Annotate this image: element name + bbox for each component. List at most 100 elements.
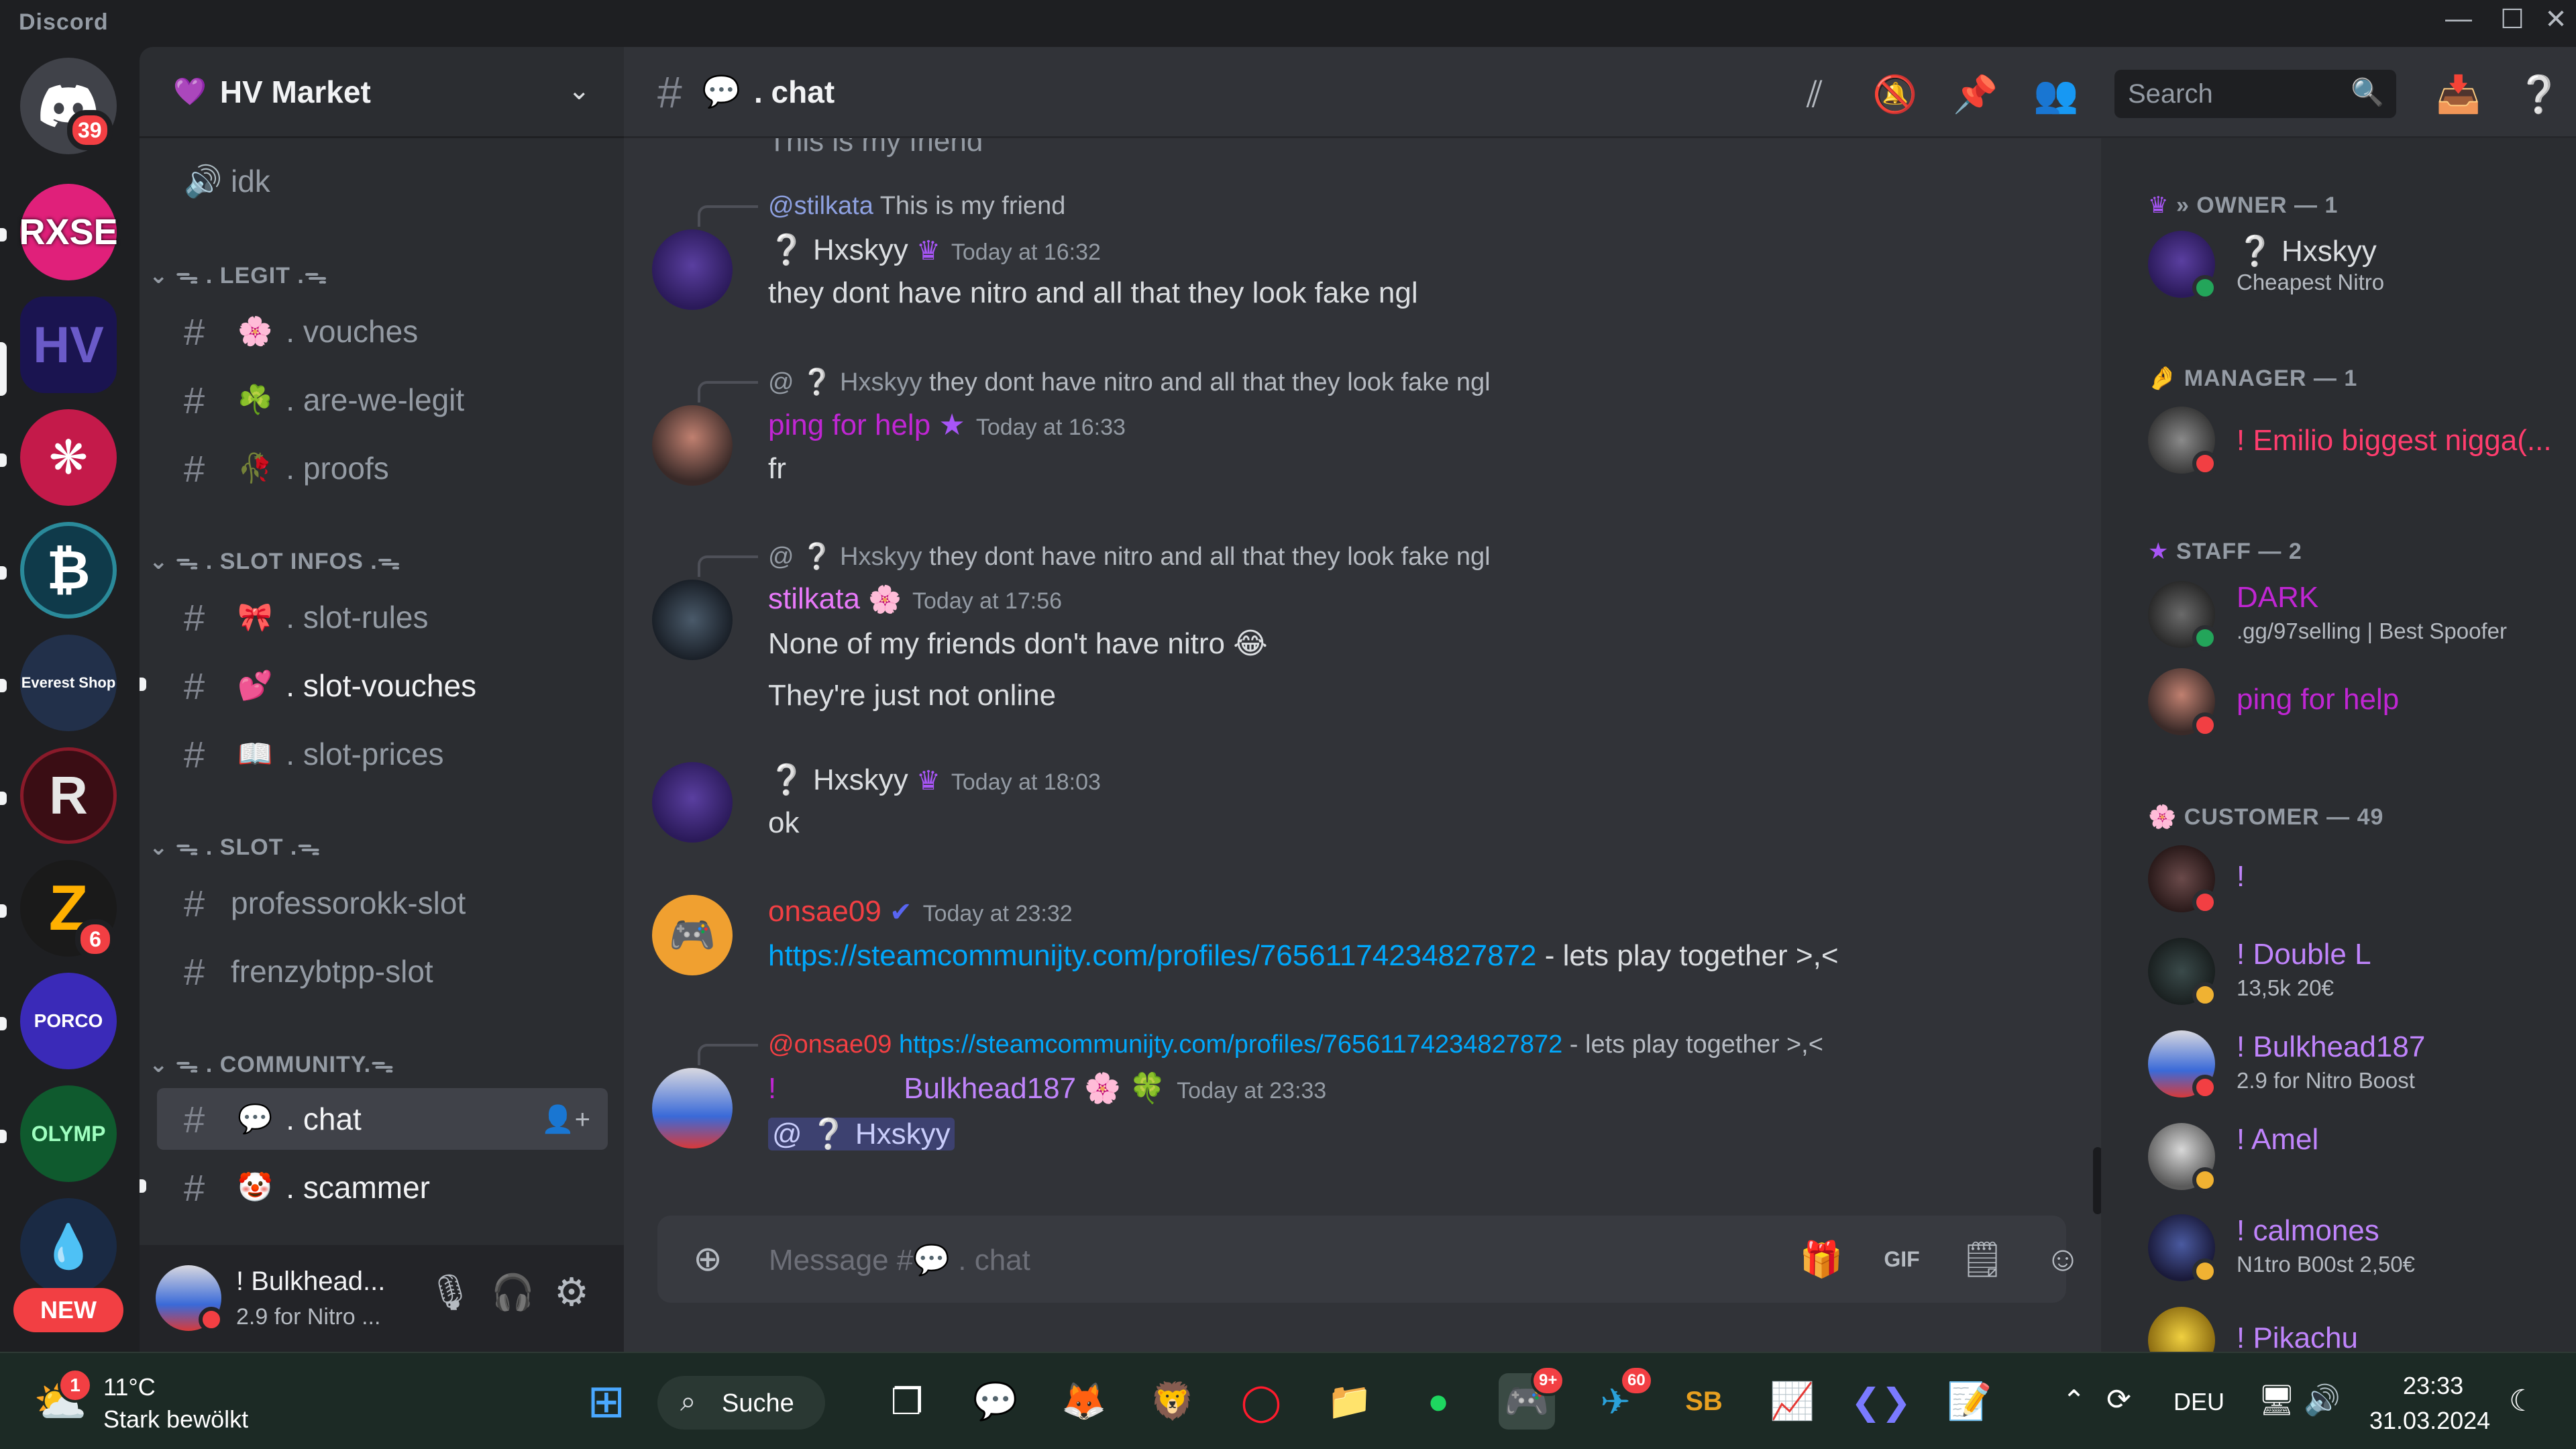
pin-icon[interactable]: 📌 bbox=[1952, 71, 1999, 118]
headphones-icon[interactable]: 🎧 bbox=[491, 1272, 535, 1313]
avatar[interactable] bbox=[652, 1068, 733, 1148]
guild-header[interactable]: 💜 HV Market ⌄ bbox=[140, 47, 624, 138]
channel-scammer[interactable]: # 🤡 . scammer bbox=[157, 1157, 608, 1218]
member-row[interactable]: ! Bulkhead187 2.9 for Nitro Boost bbox=[2148, 1030, 2571, 1104]
message-author[interactable]: ping for help bbox=[768, 409, 930, 441]
message-composer[interactable]: ⊕ Message #💬 . chat 🎁 GIF 🗒 ☺ bbox=[657, 1216, 2081, 1303]
reply-link[interactable]: https://steamcommunijty.com/profiles/765… bbox=[899, 1030, 1562, 1059]
maximize-button[interactable]: ☐ bbox=[2489, 4, 2536, 35]
search-input[interactable]: Search 🔍 bbox=[2114, 70, 2396, 118]
channel-professorokk-slot[interactable]: # professorokk-slot bbox=[157, 872, 608, 934]
message-author[interactable]: onsae09 bbox=[768, 895, 881, 928]
server-porco-exchange[interactable]: PORCO bbox=[20, 973, 117, 1069]
avatar[interactable]: 🎮 bbox=[652, 895, 733, 975]
minimize-button[interactable]: — bbox=[2435, 4, 2482, 34]
help-icon[interactable]: ❔ bbox=[2516, 71, 2563, 118]
clock-date[interactable]: 31.03.2024 bbox=[2369, 1407, 2490, 1435]
category-community[interactable]: ⌄ ᯓ . COMMUNITY.ᯓ bbox=[149, 1048, 394, 1079]
notepad-icon[interactable]: 📝 bbox=[1941, 1373, 1998, 1430]
server-service[interactable]: ❋ bbox=[20, 409, 117, 506]
server-hv-market[interactable]: HV bbox=[20, 297, 117, 393]
server-everest-shop[interactable]: Everest Shop bbox=[20, 635, 117, 731]
member-row[interactable]: ❔ Hxskyy Cheapest Nitro bbox=[2148, 231, 2571, 305]
clock-time[interactable]: 23:33 bbox=[2403, 1372, 2463, 1400]
member-row[interactable]: DARK .gg/97selling | Best Spoofer bbox=[2148, 581, 2571, 655]
inbox-icon[interactable]: 📥 bbox=[2435, 71, 2482, 118]
message-list: This is my friend @stilkata This is my f… bbox=[624, 138, 2101, 1245]
channel-chat[interactable]: # 💬 . chat 👤+ bbox=[157, 1088, 608, 1150]
message-author[interactable]: ❔ Hxskyy bbox=[768, 763, 908, 796]
channel-frenzybtpp-slot[interactable]: # frenzybtpp-slot bbox=[157, 941, 608, 1002]
channel-slot-prices[interactable]: # 📖 . slot-prices bbox=[157, 723, 608, 785]
member-row[interactable]: ! Amel bbox=[2148, 1123, 2571, 1197]
avatar[interactable] bbox=[652, 762, 733, 843]
brave-icon[interactable]: 🦁 bbox=[1144, 1373, 1201, 1430]
channel-idk[interactable]: 🔊 idk bbox=[157, 150, 608, 212]
language-indicator[interactable]: DEU bbox=[2174, 1388, 2224, 1416]
close-button[interactable]: ✕ bbox=[2536, 4, 2576, 35]
category-legit[interactable]: ⌄ ᯓ . LEGIT .ᯓ bbox=[149, 259, 327, 290]
channel-slot-rules[interactable]: # 🎀 . slot-rules bbox=[157, 586, 608, 648]
add-attachment-icon[interactable]: ⊕ bbox=[684, 1236, 731, 1283]
server-drop[interactable]: 💧 bbox=[20, 1198, 117, 1295]
message-author[interactable]: stilkata bbox=[768, 582, 860, 615]
firefox-icon[interactable]: 🦊 bbox=[1056, 1373, 1112, 1430]
channel-vouches[interactable]: # 🌸 . vouches bbox=[157, 301, 608, 362]
network-icon[interactable]: 🖥 bbox=[2258, 1383, 2296, 1417]
avatar[interactable] bbox=[652, 405, 733, 486]
monitor-app-icon[interactable]: 📈 bbox=[1764, 1373, 1821, 1430]
notification-bell-muted-icon[interactable]: 🔕 bbox=[1872, 71, 1919, 118]
sticker-icon[interactable]: 🗒 bbox=[1959, 1236, 2006, 1283]
user-name[interactable]: ! Bulkhead... bbox=[236, 1267, 385, 1297]
channel-are-we-legit[interactable]: # ☘️ . are-we-legit bbox=[157, 369, 608, 431]
channel-slot-vouches[interactable]: # 💕 . slot-vouches bbox=[157, 655, 608, 716]
notification-moon-icon[interactable]: ☾ bbox=[2509, 1384, 2535, 1418]
add-member-icon[interactable]: 👤+ bbox=[541, 1104, 590, 1135]
member-row[interactable]: ! Emilio biggest nigga(... bbox=[2148, 407, 2571, 480]
volume-icon[interactable]: 🔊 bbox=[2304, 1383, 2341, 1417]
message-author[interactable]: ❔ Hxskyy bbox=[768, 233, 908, 266]
server-r[interactable]: R bbox=[20, 747, 117, 844]
member-row[interactable]: ! calmones N1tro B00st 2,50€ bbox=[2148, 1214, 2571, 1288]
member-row[interactable]: ! Pikachu bbox=[2148, 1307, 2571, 1352]
unread-indicator bbox=[0, 1017, 7, 1030]
channel-proofs[interactable]: # 🥀 . proofs bbox=[157, 437, 608, 499]
avatar[interactable] bbox=[652, 580, 733, 660]
message-author[interactable]: Bulkhead187 🌸 🍀 bbox=[904, 1072, 1166, 1105]
server-bitcoin[interactable]: ₿ bbox=[20, 522, 117, 619]
gif-icon[interactable]: GIF bbox=[1878, 1236, 1925, 1283]
message-link[interactable]: https://steamcommunijty.com/profiles/765… bbox=[768, 939, 1536, 972]
emoji-icon[interactable]: ☺ bbox=[2039, 1236, 2086, 1283]
task-view-icon[interactable]: ❐ bbox=[879, 1373, 935, 1430]
app-sb-icon[interactable]: SB bbox=[1676, 1373, 1732, 1430]
reply-preview[interactable]: @onsae09 https://steamcommunijty.com/pro… bbox=[768, 1030, 1823, 1059]
avatar[interactable] bbox=[652, 229, 733, 310]
member-row[interactable]: ! Double L 13,5k 20€ bbox=[2148, 938, 2571, 1012]
server-rxse[interactable]: RXSE bbox=[19, 184, 118, 280]
member-list-icon[interactable]: 👥 bbox=[2033, 71, 2080, 118]
sync-icon[interactable]: ⟳ bbox=[2106, 1383, 2131, 1417]
tray-overflow-icon[interactable]: ⌃ bbox=[2062, 1384, 2086, 1417]
reply-preview[interactable]: @stilkata This is my friend bbox=[768, 192, 1065, 221]
gift-icon[interactable]: 🎁 bbox=[1798, 1236, 1845, 1283]
user-mention[interactable]: @ ❔ Hxskyy bbox=[768, 1118, 955, 1150]
reply-preview[interactable]: @ ❔ Hxskyy they dont have nitro and all … bbox=[768, 542, 1491, 572]
settings-gear-icon[interactable]: ⚙ bbox=[554, 1269, 589, 1315]
threads-icon[interactable]: ⫽ bbox=[1791, 71, 1838, 118]
taskbar-search-button[interactable]: ⌕ Suche bbox=[657, 1376, 825, 1430]
category-slot[interactable]: ⌄ ᯓ . SLOT .ᯓ bbox=[149, 830, 321, 861]
teams-chat-icon[interactable]: 💬 bbox=[967, 1373, 1024, 1430]
member-row[interactable]: ping for help bbox=[2148, 668, 2571, 742]
server-olymp[interactable]: OLYMP bbox=[20, 1085, 117, 1182]
member-row[interactable]: ! bbox=[2148, 845, 2571, 919]
opera-icon[interactable]: ◯ bbox=[1233, 1373, 1289, 1430]
spotify-icon[interactable]: ● bbox=[1410, 1373, 1466, 1430]
windows-start-icon[interactable]: ⊞ bbox=[578, 1373, 635, 1430]
file-explorer-icon[interactable]: 📁 bbox=[1322, 1373, 1378, 1430]
microphone-icon[interactable]: 🎙 bbox=[428, 1272, 472, 1313]
message-input[interactable]: Message #💬 . chat bbox=[769, 1242, 1030, 1277]
new-unreads-pill[interactable]: NEW bbox=[13, 1288, 123, 1332]
category-slot-infos[interactable]: ⌄ ᯓ . SLOT INFOS .ᯓ bbox=[149, 545, 400, 576]
reply-preview[interactable]: @ ❔ Hxskyy they dont have nitro and all … bbox=[768, 368, 1491, 397]
vscode-icon[interactable]: ❮❯ bbox=[1851, 1373, 1912, 1430]
